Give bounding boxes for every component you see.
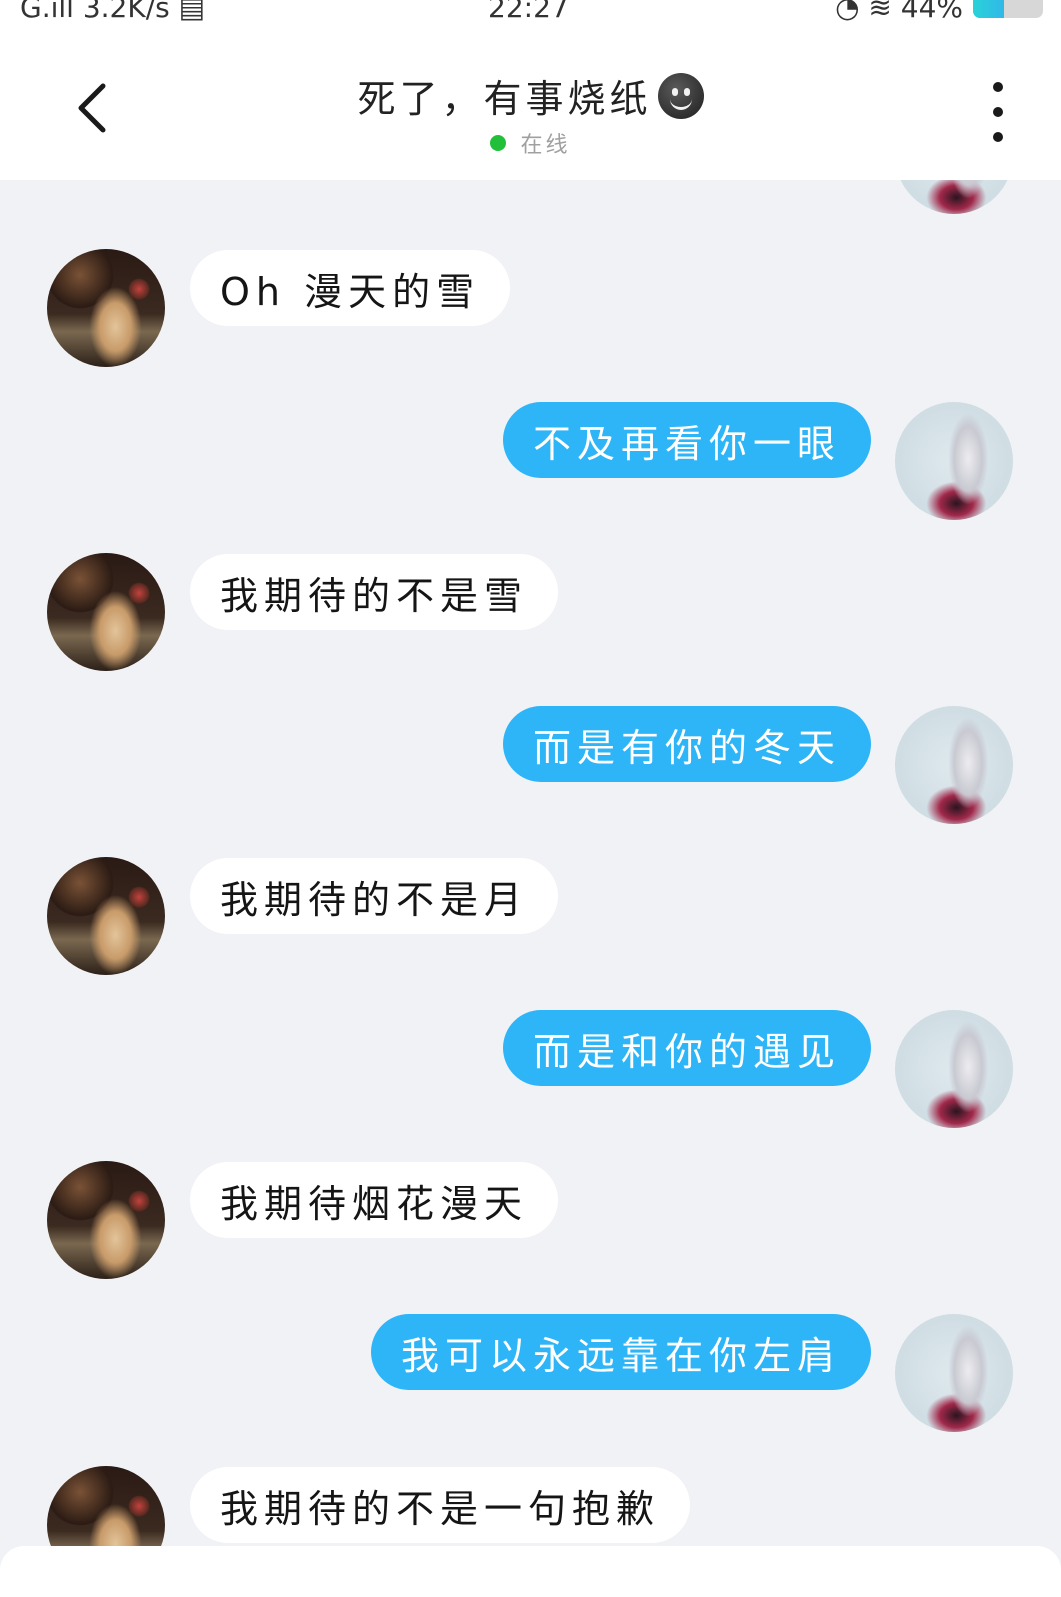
sent-message[interactable]: 而是和你的遇见 [502, 1010, 871, 1086]
received-message[interactable]: 我期待的不是一句抱歉 [190, 1467, 691, 1543]
more-options-button[interactable] [983, 82, 1013, 142]
status-time: 22:27 [488, 0, 569, 24]
received-message[interactable]: 我期待的不是月 [190, 858, 559, 934]
message-list[interactable]: Oh 漫天的雪 不及再看你一眼 我期待的不是雪 而是有你的冬天 我期待的不是月 … [0, 180, 1061, 1597]
received-message[interactable]: 我期待烟花漫天 [190, 1162, 559, 1238]
sent-message[interactable]: 而是有你的冬天 [502, 706, 871, 782]
my-avatar[interactable] [895, 180, 1013, 214]
battery-icon [973, 0, 1043, 18]
received-message[interactable]: 我期待的不是雪 [190, 554, 559, 630]
online-dot-icon [490, 135, 507, 151]
contact-avatar[interactable] [47, 553, 165, 671]
status-bar: G.ıll 3.2K/s ▤ 22:27 ◔ ≋ 44% [0, 0, 1061, 24]
my-avatar[interactable] [895, 706, 1013, 824]
more-dot-icon [993, 107, 1003, 117]
status-signal-speed: G.ıll 3.2K/s ▤ [20, 0, 206, 24]
contact-avatar[interactable] [47, 1161, 165, 1279]
status-right-icons: ◔ ≋ 44% [835, 0, 963, 24]
chat-title-text: 死了，有事烧纸 [357, 77, 652, 121]
my-avatar[interactable] [895, 1314, 1013, 1432]
online-status-text: 在线 [520, 133, 571, 158]
my-avatar[interactable] [895, 1010, 1013, 1128]
smiley-emoji-icon [657, 72, 704, 119]
received-message[interactable]: Oh 漫天的雪 [190, 250, 511, 326]
more-dot-icon [993, 132, 1003, 142]
chat-header: 死了，有事烧纸 在线 [0, 24, 1061, 180]
input-bar[interactable] [0, 1546, 1061, 1597]
contact-avatar[interactable] [47, 249, 165, 367]
title-area[interactable]: 死了，有事烧纸 在线 [0, 68, 1061, 159]
battery-level [973, 0, 1004, 18]
sent-message[interactable]: 不及再看你一眼 [502, 402, 871, 478]
my-avatar[interactable] [895, 402, 1013, 520]
sent-message[interactable]: 我可以永远靠在你左肩 [370, 1314, 871, 1390]
more-dot-icon [993, 82, 1003, 92]
contact-avatar[interactable] [47, 857, 165, 975]
chat-title: 死了，有事烧纸 [357, 68, 704, 123]
online-status: 在线 [490, 127, 570, 159]
